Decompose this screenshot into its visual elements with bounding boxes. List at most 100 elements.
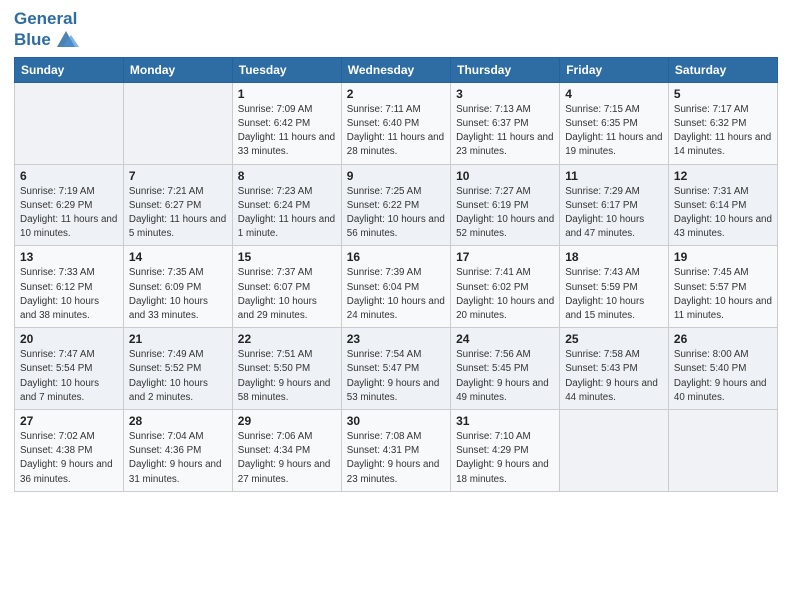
day-number: 5 bbox=[674, 87, 772, 101]
logo: General Blue bbox=[14, 10, 79, 51]
day-info: Sunrise: 7:35 AM Sunset: 6:09 PM Dayligh… bbox=[129, 266, 227, 323]
day-info: Sunrise: 7:13 AM Sunset: 6:37 PM Dayligh… bbox=[456, 103, 554, 160]
day-info: Sunrise: 7:17 AM Sunset: 6:32 PM Dayligh… bbox=[674, 103, 772, 160]
calendar-cell bbox=[668, 409, 777, 491]
page: General Blue SundayMondayTuesdayWednesda… bbox=[0, 0, 792, 612]
day-info: Sunrise: 7:21 AM Sunset: 6:27 PM Dayligh… bbox=[129, 185, 227, 242]
day-number: 16 bbox=[347, 250, 445, 264]
day-info: Sunrise: 8:00 AM Sunset: 5:40 PM Dayligh… bbox=[674, 348, 772, 405]
day-number: 4 bbox=[565, 87, 663, 101]
calendar-cell: 17 Sunrise: 7:41 AM Sunset: 6:02 PM Dayli… bbox=[451, 246, 560, 328]
day-number: 6 bbox=[20, 169, 118, 183]
day-number: 17 bbox=[456, 250, 554, 264]
calendar-cell: 20 Sunrise: 7:47 AM Sunset: 5:54 PM Dayli… bbox=[15, 328, 124, 410]
day-number: 19 bbox=[674, 250, 772, 264]
weekday-header-sunday: Sunday bbox=[15, 57, 124, 82]
day-number: 29 bbox=[238, 414, 336, 428]
logo-text: General bbox=[14, 10, 79, 29]
day-info: Sunrise: 7:33 AM Sunset: 6:12 PM Dayligh… bbox=[20, 266, 118, 323]
day-number: 7 bbox=[129, 169, 227, 183]
day-info: Sunrise: 7:43 AM Sunset: 5:59 PM Dayligh… bbox=[565, 266, 663, 323]
calendar-cell: 21 Sunrise: 7:49 AM Sunset: 5:52 PM Dayli… bbox=[123, 328, 232, 410]
calendar-cell: 27Sunrise: 7:02 AM Sunset: 4:38 PM Dayli… bbox=[15, 409, 124, 491]
calendar-cell: 29 Sunrise: 7:06 AM Sunset: 4:34 PM Dayli… bbox=[232, 409, 341, 491]
day-info: Sunrise: 7:11 AM Sunset: 6:40 PM Dayligh… bbox=[347, 103, 445, 160]
day-info: Sunrise: 7:41 AM Sunset: 6:02 PM Dayligh… bbox=[456, 266, 554, 323]
calendar-cell: 6 Sunrise: 7:19 AM Sunset: 6:29 PM Daylig… bbox=[15, 164, 124, 246]
header: General Blue bbox=[14, 10, 778, 51]
day-info: Sunrise: 7:45 AM Sunset: 5:57 PM Dayligh… bbox=[674, 266, 772, 323]
calendar-cell: 31 Sunrise: 7:10 AM Sunset: 4:29 PM Dayli… bbox=[451, 409, 560, 491]
calendar-cell: 1 Sunrise: 7:09 AM Sunset: 6:42 PM Daylig… bbox=[232, 82, 341, 164]
day-info: Sunrise: 7:04 AM Sunset: 4:36 PM Dayligh… bbox=[129, 430, 227, 487]
day-info: Sunrise: 7:39 AM Sunset: 6:04 PM Dayligh… bbox=[347, 266, 445, 323]
day-info: Sunrise: 7:49 AM Sunset: 5:52 PM Dayligh… bbox=[129, 348, 227, 405]
calendar-week-3: 13Sunrise: 7:33 AM Sunset: 6:12 PM Dayli… bbox=[15, 246, 778, 328]
day-number: 18 bbox=[565, 250, 663, 264]
calendar-cell: 4 Sunrise: 7:15 AM Sunset: 6:35 PM Daylig… bbox=[560, 82, 669, 164]
calendar-cell: 9 Sunrise: 7:25 AM Sunset: 6:22 PM Daylig… bbox=[341, 164, 450, 246]
calendar-week-2: 6 Sunrise: 7:19 AM Sunset: 6:29 PM Daylig… bbox=[15, 164, 778, 246]
weekday-header-monday: Monday bbox=[123, 57, 232, 82]
day-number: 21 bbox=[129, 332, 227, 346]
day-number: 3 bbox=[456, 87, 554, 101]
day-number: 14 bbox=[129, 250, 227, 264]
calendar-week-5: 27Sunrise: 7:02 AM Sunset: 4:38 PM Dayli… bbox=[15, 409, 778, 491]
day-info: Sunrise: 7:56 AM Sunset: 5:45 PM Dayligh… bbox=[456, 348, 554, 405]
calendar-cell: 12 Sunrise: 7:31 AM Sunset: 6:14 PM Dayli… bbox=[668, 164, 777, 246]
day-number: 9 bbox=[347, 169, 445, 183]
day-info: Sunrise: 7:29 AM Sunset: 6:17 PM Dayligh… bbox=[565, 185, 663, 242]
day-number: 30 bbox=[347, 414, 445, 428]
calendar-cell: 23 Sunrise: 7:54 AM Sunset: 5:47 PM Dayli… bbox=[341, 328, 450, 410]
day-number: 27 bbox=[20, 414, 118, 428]
day-info: Sunrise: 7:06 AM Sunset: 4:34 PM Dayligh… bbox=[238, 430, 336, 487]
calendar-header: SundayMondayTuesdayWednesdayThursdayFrid… bbox=[15, 57, 778, 82]
calendar-cell: 8 Sunrise: 7:23 AM Sunset: 6:24 PM Daylig… bbox=[232, 164, 341, 246]
calendar-cell: 5 Sunrise: 7:17 AM Sunset: 6:32 PM Daylig… bbox=[668, 82, 777, 164]
calendar-cell: 30 Sunrise: 7:08 AM Sunset: 4:31 PM Dayli… bbox=[341, 409, 450, 491]
day-number: 25 bbox=[565, 332, 663, 346]
weekday-header-thursday: Thursday bbox=[451, 57, 560, 82]
day-info: Sunrise: 7:58 AM Sunset: 5:43 PM Dayligh… bbox=[565, 348, 663, 405]
calendar-cell: 24 Sunrise: 7:56 AM Sunset: 5:45 PM Dayli… bbox=[451, 328, 560, 410]
day-info: Sunrise: 7:10 AM Sunset: 4:29 PM Dayligh… bbox=[456, 430, 554, 487]
day-info: Sunrise: 7:08 AM Sunset: 4:31 PM Dayligh… bbox=[347, 430, 445, 487]
day-info: Sunrise: 7:23 AM Sunset: 6:24 PM Dayligh… bbox=[238, 185, 336, 242]
calendar-cell: 19 Sunrise: 7:45 AM Sunset: 5:57 PM Dayli… bbox=[668, 246, 777, 328]
calendar-cell: 18 Sunrise: 7:43 AM Sunset: 5:59 PM Dayli… bbox=[560, 246, 669, 328]
calendar-cell bbox=[123, 82, 232, 164]
day-number: 26 bbox=[674, 332, 772, 346]
day-number: 1 bbox=[238, 87, 336, 101]
day-number: 24 bbox=[456, 332, 554, 346]
weekday-header-wednesday: Wednesday bbox=[341, 57, 450, 82]
day-number: 2 bbox=[347, 87, 445, 101]
day-number: 8 bbox=[238, 169, 336, 183]
day-info: Sunrise: 7:09 AM Sunset: 6:42 PM Dayligh… bbox=[238, 103, 336, 160]
calendar-cell bbox=[15, 82, 124, 164]
calendar-body: 1 Sunrise: 7:09 AM Sunset: 6:42 PM Daylig… bbox=[15, 82, 778, 491]
calendar-cell: 10Sunrise: 7:27 AM Sunset: 6:19 PM Dayli… bbox=[451, 164, 560, 246]
day-info: Sunrise: 7:47 AM Sunset: 5:54 PM Dayligh… bbox=[20, 348, 118, 405]
weekday-header-friday: Friday bbox=[560, 57, 669, 82]
weekday-header-tuesday: Tuesday bbox=[232, 57, 341, 82]
day-number: 20 bbox=[20, 332, 118, 346]
day-number: 28 bbox=[129, 414, 227, 428]
day-number: 10 bbox=[456, 169, 554, 183]
calendar-cell: 25 Sunrise: 7:58 AM Sunset: 5:43 PM Dayli… bbox=[560, 328, 669, 410]
day-number: 15 bbox=[238, 250, 336, 264]
day-number: 12 bbox=[674, 169, 772, 183]
day-info: Sunrise: 7:37 AM Sunset: 6:07 PM Dayligh… bbox=[238, 266, 336, 323]
logo-icon bbox=[53, 29, 79, 51]
day-number: 31 bbox=[456, 414, 554, 428]
day-number: 11 bbox=[565, 169, 663, 183]
day-info: Sunrise: 7:51 AM Sunset: 5:50 PM Dayligh… bbox=[238, 348, 336, 405]
calendar-week-1: 1 Sunrise: 7:09 AM Sunset: 6:42 PM Daylig… bbox=[15, 82, 778, 164]
day-info: Sunrise: 7:31 AM Sunset: 6:14 PM Dayligh… bbox=[674, 185, 772, 242]
day-number: 23 bbox=[347, 332, 445, 346]
day-info: Sunrise: 7:25 AM Sunset: 6:22 PM Dayligh… bbox=[347, 185, 445, 242]
day-info: Sunrise: 7:15 AM Sunset: 6:35 PM Dayligh… bbox=[565, 103, 663, 160]
calendar-table: SundayMondayTuesdayWednesdayThursdayFrid… bbox=[14, 57, 778, 492]
calendar-cell: 26 Sunrise: 8:00 AM Sunset: 5:40 PM Dayli… bbox=[668, 328, 777, 410]
day-info: Sunrise: 7:19 AM Sunset: 6:29 PM Dayligh… bbox=[20, 185, 118, 242]
day-info: Sunrise: 7:54 AM Sunset: 5:47 PM Dayligh… bbox=[347, 348, 445, 405]
